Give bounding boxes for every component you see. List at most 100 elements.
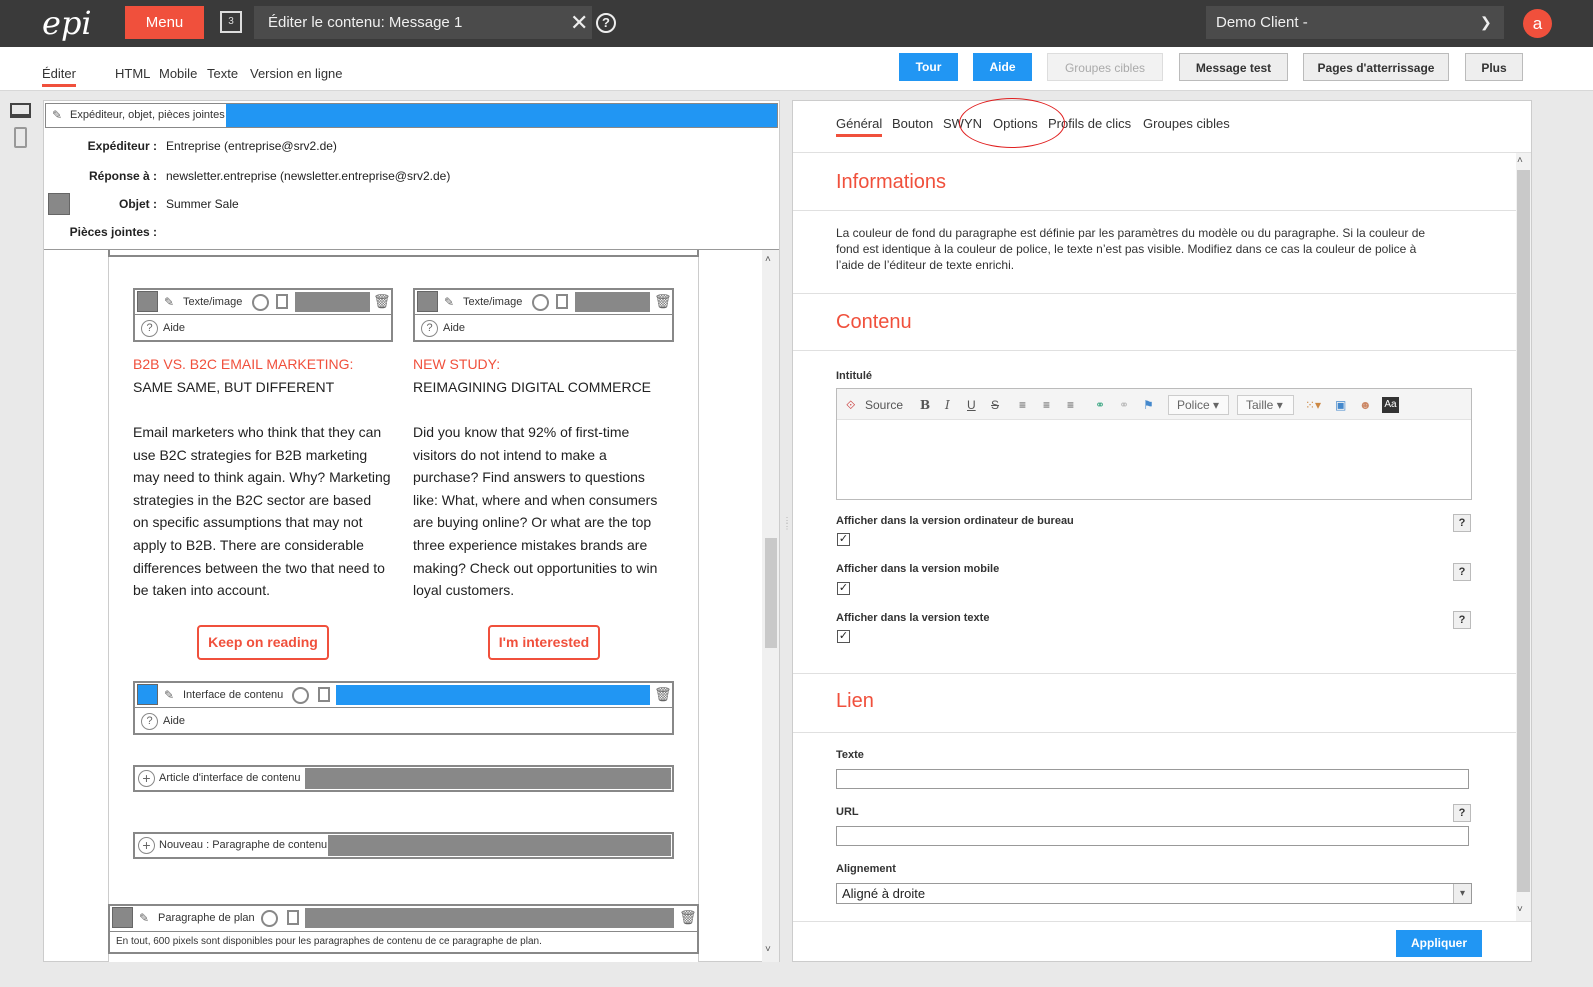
help-button[interactable]: ?: [1453, 611, 1471, 629]
menu-button[interactable]: Menu: [125, 6, 204, 39]
add-content-interface-article[interactable]: + Article d'interface de contenu: [133, 765, 674, 792]
scroll-down-arrow[interactable]: ˅: [1517, 904, 1523, 915]
help-link[interactable]: ? Aide: [421, 319, 465, 337]
align-center-icon[interactable]: ≡: [1043, 397, 1050, 413]
header-block-highlight: [226, 104, 777, 127]
help-button[interactable]: ?: [1453, 804, 1471, 822]
trash-icon[interactable]: 🗑: [654, 293, 672, 310]
copy-icon[interactable]: [318, 687, 330, 702]
tab-online-version[interactable]: Version en ligne: [250, 66, 343, 84]
plus-icon[interactable]: +: [138, 770, 155, 787]
help-icon[interactable]: ?: [596, 13, 616, 33]
tab-text[interactable]: Texte: [207, 66, 238, 84]
person-icon[interactable]: [137, 684, 158, 705]
content-interface-block-bar[interactable]: ✎ Interface de contenu 🗑 ? Aide: [133, 681, 674, 735]
mobile-view-icon[interactable]: [14, 127, 27, 148]
user-avatar[interactable]: a: [1523, 9, 1552, 38]
person-icon[interactable]: [137, 291, 158, 312]
bold-button[interactable]: B: [920, 397, 930, 413]
pen-icon[interactable]: ✎: [164, 688, 178, 702]
properties-scroll-thumb[interactable]: [1517, 170, 1530, 892]
unlink-icon[interactable]: ⚭: [1119, 397, 1129, 413]
scroll-down-arrow[interactable]: ˅: [765, 944, 777, 955]
color-grid-icon[interactable]: ⁙▾: [1305, 397, 1321, 413]
strike-button[interactable]: S: [991, 397, 999, 413]
person-icon[interactable]: [112, 907, 133, 928]
splitter-handle[interactable]: ⋮ ⋮: [783, 517, 791, 542]
help-button[interactable]: ?: [1453, 514, 1471, 532]
link-text-input[interactable]: [836, 769, 1469, 789]
show-mobile-checkbox[interactable]: ✓: [837, 582, 850, 595]
block-label: Texte/image: [183, 296, 243, 308]
target-icon[interactable]: [292, 687, 309, 704]
help-link[interactable]: ? Aide: [141, 319, 185, 337]
test-message-button[interactable]: Message test: [1179, 53, 1288, 81]
close-icon[interactable]: ✕: [570, 9, 590, 36]
header-block-label: Expéditeur, objet, pièces jointes: [70, 109, 225, 121]
url-input[interactable]: [836, 826, 1469, 846]
source-button[interactable]: Source: [865, 397, 903, 413]
add-content-paragraph[interactable]: + Nouveau : Paragraphe de contenu: [133, 832, 674, 859]
trash-icon[interactable]: 🗑: [654, 686, 672, 703]
pen-icon[interactable]: ✎: [139, 911, 153, 925]
help-button[interactable]: Aide: [973, 53, 1032, 81]
preview-scroll-thumb[interactable]: [765, 538, 777, 648]
apply-button[interactable]: Appliquer: [1396, 930, 1482, 957]
copy-icon[interactable]: [287, 910, 299, 925]
show-text-checkbox[interactable]: ✓: [837, 630, 850, 643]
person-icon[interactable]: [48, 193, 70, 215]
target-icon[interactable]: [261, 910, 278, 927]
interested-button[interactable]: I'm interested: [488, 625, 600, 660]
tab-target-groups[interactable]: Groupes cibles: [1143, 116, 1230, 136]
underline-button[interactable]: U: [967, 397, 976, 413]
pen-icon[interactable]: ✎: [444, 295, 458, 309]
person-icon[interactable]: [417, 291, 438, 312]
pen-icon[interactable]: ✎: [164, 295, 178, 309]
align-right-icon[interactable]: ≡: [1067, 397, 1074, 413]
help-icon: ?: [141, 319, 158, 337]
help-link[interactable]: ? Aide: [141, 712, 185, 730]
font-dropdown[interactable]: Police ▾: [1168, 395, 1229, 415]
text-style-icon[interactable]: Aa: [1382, 397, 1399, 413]
client-select[interactable]: Demo Client -: [1206, 6, 1504, 39]
more-button[interactable]: Plus: [1465, 53, 1523, 81]
image-icon[interactable]: ▣: [1335, 397, 1346, 413]
text-image-block-bar[interactable]: ✎ Texte/image 🗑 ? Aide: [133, 288, 393, 342]
target-groups-button[interactable]: Groupes cibles: [1047, 53, 1163, 81]
link-icon[interactable]: ⚭: [1095, 397, 1105, 413]
tab-edit[interactable]: Éditer: [42, 66, 76, 87]
tab-html[interactable]: HTML: [115, 66, 150, 84]
tour-button[interactable]: Tour: [899, 53, 958, 81]
target-icon[interactable]: [532, 294, 549, 311]
episerver-logo[interactable]: epi: [42, 6, 112, 40]
text-image-block-bar[interactable]: ✎ Texte/image 🗑 ? Aide: [413, 288, 674, 342]
article-body: Email marketers who think that they can u…: [133, 424, 391, 599]
keep-reading-button[interactable]: Keep on reading: [197, 625, 329, 660]
pen-icon[interactable]: ✎: [52, 108, 66, 122]
copy-icon[interactable]: [556, 294, 568, 309]
chevron-down-icon[interactable]: ❯: [1480, 6, 1500, 39]
scroll-up-arrow[interactable]: ˄: [1517, 155, 1523, 166]
source-icon[interactable]: ⟐: [846, 397, 855, 413]
desktop-view-icon[interactable]: [10, 103, 31, 118]
personalization-icon[interactable]: ☻: [1359, 397, 1372, 413]
copy-icon[interactable]: [276, 294, 288, 309]
size-dropdown[interactable]: Taille ▾: [1237, 395, 1294, 415]
anchor-flag-icon[interactable]: ⚑: [1143, 397, 1154, 413]
trash-icon[interactable]: 🗑: [373, 293, 391, 310]
italic-button[interactable]: I: [945, 397, 950, 413]
help-button[interactable]: ?: [1453, 563, 1471, 581]
alignment-select[interactable]: Aligné à droite: [836, 883, 1472, 904]
plus-icon[interactable]: +: [138, 837, 155, 854]
align-left-icon[interactable]: ≡: [1019, 397, 1026, 413]
tab-button[interactable]: Bouton: [892, 116, 933, 136]
show-desktop-checkbox[interactable]: ✓: [837, 533, 850, 546]
tab-general[interactable]: Général: [836, 116, 883, 137]
open-tabs-icon[interactable]: 3: [220, 11, 242, 33]
trash-icon[interactable]: 🗑: [679, 909, 697, 926]
tab-mobile[interactable]: Mobile: [159, 66, 197, 84]
landing-pages-button[interactable]: Pages d'atterrissage: [1303, 53, 1449, 81]
target-icon[interactable]: [252, 294, 269, 311]
scroll-up-arrow[interactable]: ˄: [765, 254, 777, 265]
chevron-down-icon[interactable]: ▾: [1453, 884, 1471, 903]
